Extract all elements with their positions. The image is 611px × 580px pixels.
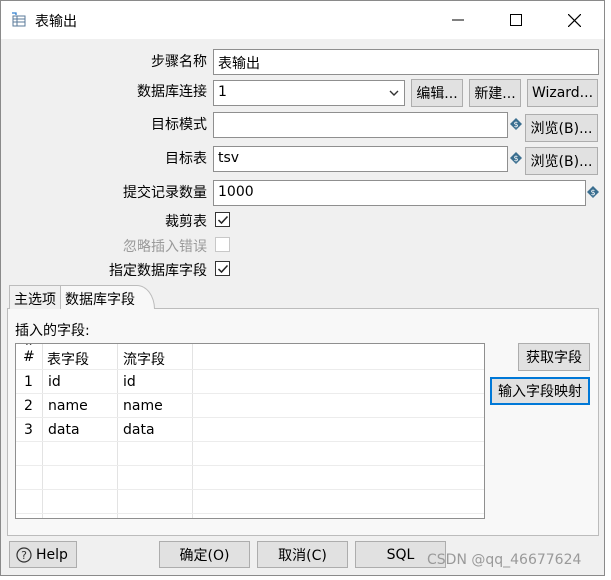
commit-size-label: 提交记录数量 — [123, 185, 207, 201]
target-table-input[interactable]: tsv — [213, 146, 508, 172]
wizard-button[interactable]: Wizard... — [527, 79, 598, 107]
ok-button[interactable]: 确定(O) — [159, 541, 250, 568]
truncate-table-label: 裁剪表 — [165, 214, 207, 230]
stream-field-cell[interactable]: id — [123, 374, 136, 390]
svg-text:?: ? — [21, 549, 27, 562]
column-header-stream-field[interactable]: 流字段 — [123, 349, 165, 369]
help-button[interactable]: ? Help — [9, 541, 77, 568]
variable-icon: $ — [510, 152, 522, 164]
cancel-button[interactable]: 取消(C) — [257, 541, 348, 568]
target-schema-input[interactable] — [213, 112, 508, 138]
help-label: Help — [36, 546, 68, 563]
svg-text:$: $ — [590, 188, 595, 197]
row-number: 1 — [24, 374, 33, 390]
step-name-input[interactable]: 表输出 — [213, 49, 599, 75]
stream-field-cell[interactable]: name — [123, 398, 163, 414]
table-field-cell[interactable]: data — [48, 422, 80, 438]
step-name-label: 步骤名称 — [151, 54, 207, 70]
column-header-table-field[interactable]: 表字段 — [47, 349, 89, 369]
enter-field-mapping-button[interactable]: 输入字段映射 — [490, 377, 590, 405]
variable-icon: $ — [587, 186, 599, 198]
stream-field-cell[interactable]: data — [123, 422, 155, 438]
maximize-button[interactable] — [487, 1, 545, 39]
commit-size-input[interactable]: 1000 — [213, 180, 586, 206]
get-fields-button[interactable]: 获取字段 — [518, 343, 590, 371]
inserted-fields-heading: 插入的字段: — [15, 323, 90, 339]
row-number: 3 — [24, 422, 33, 438]
column-header-number[interactable]: # — [23, 349, 35, 365]
tab-database-fields[interactable]: 数据库字段 — [60, 285, 155, 309]
new-connection-button[interactable]: 新建... — [469, 79, 521, 107]
edit-connection-button[interactable]: 编辑... — [411, 79, 463, 107]
close-button[interactable] — [545, 1, 603, 39]
minimize-button[interactable] — [429, 1, 487, 39]
svg-text:$: $ — [513, 120, 518, 129]
truncate-table-checkbox[interactable] — [215, 212, 230, 227]
help-icon: ? — [16, 546, 32, 563]
ignore-insert-errors-checkbox[interactable] — [215, 237, 230, 252]
target-table-label: 目标表 — [165, 151, 207, 167]
svg-text:$: $ — [513, 154, 518, 163]
table-output-icon — [11, 12, 27, 28]
dialog-window: 表输出 步骤名称 表输出 数据库连接 1 编辑... 新建... Wizard.… — [0, 0, 605, 576]
connection-select[interactable]: 1 — [213, 80, 405, 106]
connection-value: 1 — [218, 84, 227, 100]
table-field-cell[interactable]: name — [48, 398, 88, 414]
browse-table-button[interactable]: 浏览(B)... — [525, 147, 598, 175]
watermark-text: CSDN @qq_46677624 — [427, 552, 582, 568]
variable-icon: $ — [510, 118, 522, 130]
title-bar[interactable]: 表输出 — [1, 1, 604, 39]
tab-main-options[interactable]: 主选项 — [9, 285, 61, 309]
field-mapping-table[interactable]: ^ # 表字段 流字段 1 id id 2 name name 3 data d… — [15, 343, 485, 519]
specify-db-fields-checkbox[interactable] — [215, 261, 230, 276]
table-field-cell[interactable]: id — [48, 374, 61, 390]
target-schema-label: 目标模式 — [151, 117, 207, 133]
window-title: 表输出 — [35, 14, 77, 30]
chevron-down-icon — [388, 87, 400, 103]
specify-db-fields-label: 指定数据库字段 — [109, 263, 207, 279]
browse-schema-button[interactable]: 浏览(B)... — [525, 114, 598, 142]
connection-label: 数据库连接 — [137, 84, 207, 100]
ignore-insert-errors-label: 忽略插入错误 — [123, 239, 207, 255]
row-number: 2 — [24, 398, 33, 414]
